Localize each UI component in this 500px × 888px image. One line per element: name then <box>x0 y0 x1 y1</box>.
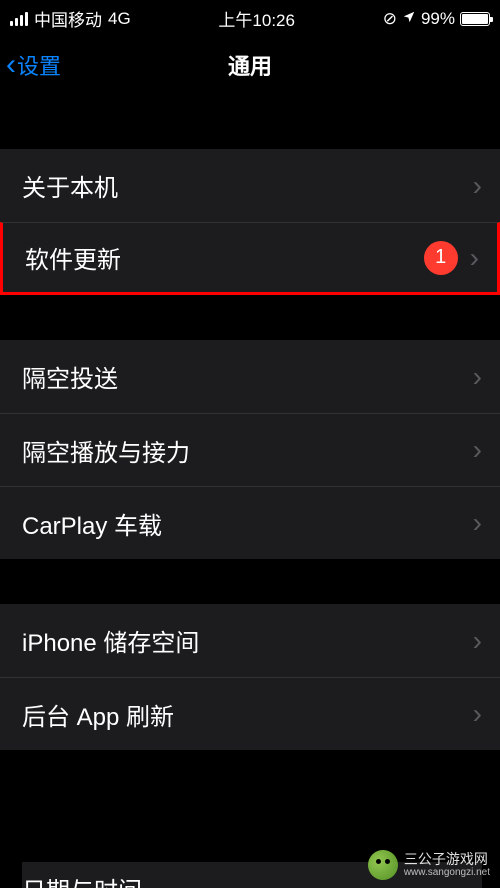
chevron-right-icon: › <box>470 242 479 274</box>
chevron-right-icon: › <box>473 698 482 730</box>
location-icon <box>402 9 416 29</box>
back-label: 设置 <box>17 49 61 81</box>
section-storage: iPhone 储存空间 › 后台 App 刷新 › <box>0 604 500 750</box>
notification-badge: 1 <box>424 241 458 275</box>
section-about: 关于本机 › 软件更新 1 › <box>0 149 500 295</box>
signal-icon <box>10 12 28 26</box>
chevron-right-icon: › <box>473 361 482 393</box>
row-label: CarPlay 车载 <box>22 506 162 541</box>
row-carplay[interactable]: CarPlay 车载 › <box>0 486 500 559</box>
page-title: 通用 <box>228 49 272 81</box>
battery-icon <box>460 12 490 26</box>
watermark-logo-icon <box>368 850 398 880</box>
battery-percent: 99% <box>421 9 455 29</box>
row-label: 隔空播放与接力 <box>22 433 190 468</box>
status-time: 上午10:26 <box>218 6 295 31</box>
chevron-right-icon: › <box>473 625 482 657</box>
status-right: ⊘ 99% <box>383 9 490 29</box>
row-label: 软件更新 <box>25 240 121 275</box>
back-button[interactable]: ‹ 设置 <box>6 49 61 81</box>
status-left: 中国移动 4G <box>10 6 131 31</box>
status-bar: 中国移动 4G 上午10:26 ⊘ 99% <box>0 0 500 35</box>
row-label: iPhone 储存空间 <box>22 623 199 658</box>
rotation-lock-icon: ⊘ <box>383 9 397 29</box>
row-label: 日期与时间 <box>22 871 142 888</box>
row-software-update[interactable]: 软件更新 1 › <box>0 222 500 295</box>
chevron-right-icon: › <box>473 507 482 539</box>
row-about[interactable]: 关于本机 › <box>0 149 500 222</box>
row-iphone-storage[interactable]: iPhone 储存空间 › <box>0 604 500 677</box>
row-background-app-refresh[interactable]: 后台 App 刷新 › <box>0 677 500 750</box>
row-airplay-handoff[interactable]: 隔空播放与接力 › <box>0 413 500 486</box>
chevron-right-icon: › <box>473 170 482 202</box>
section-connectivity: 隔空投送 › 隔空播放与接力 › CarPlay 车载 › <box>0 340 500 559</box>
carrier-label: 中国移动 <box>34 6 102 31</box>
row-label: 关于本机 <box>22 168 118 203</box>
chevron-left-icon: ‹ <box>6 50 16 80</box>
nav-header: ‹ 设置 通用 <box>0 35 500 99</box>
network-label: 4G <box>108 9 131 29</box>
watermark: 三公子游戏网 www.sangongzi.net <box>368 850 490 880</box>
row-airdrop[interactable]: 隔空投送 › <box>0 340 500 413</box>
watermark-url: www.sangongzi.net <box>404 867 490 878</box>
chevron-right-icon: › <box>473 434 482 466</box>
watermark-title: 三公子游戏网 <box>404 852 490 867</box>
row-label: 后台 App 刷新 <box>22 697 174 732</box>
row-label: 隔空投送 <box>22 359 118 394</box>
